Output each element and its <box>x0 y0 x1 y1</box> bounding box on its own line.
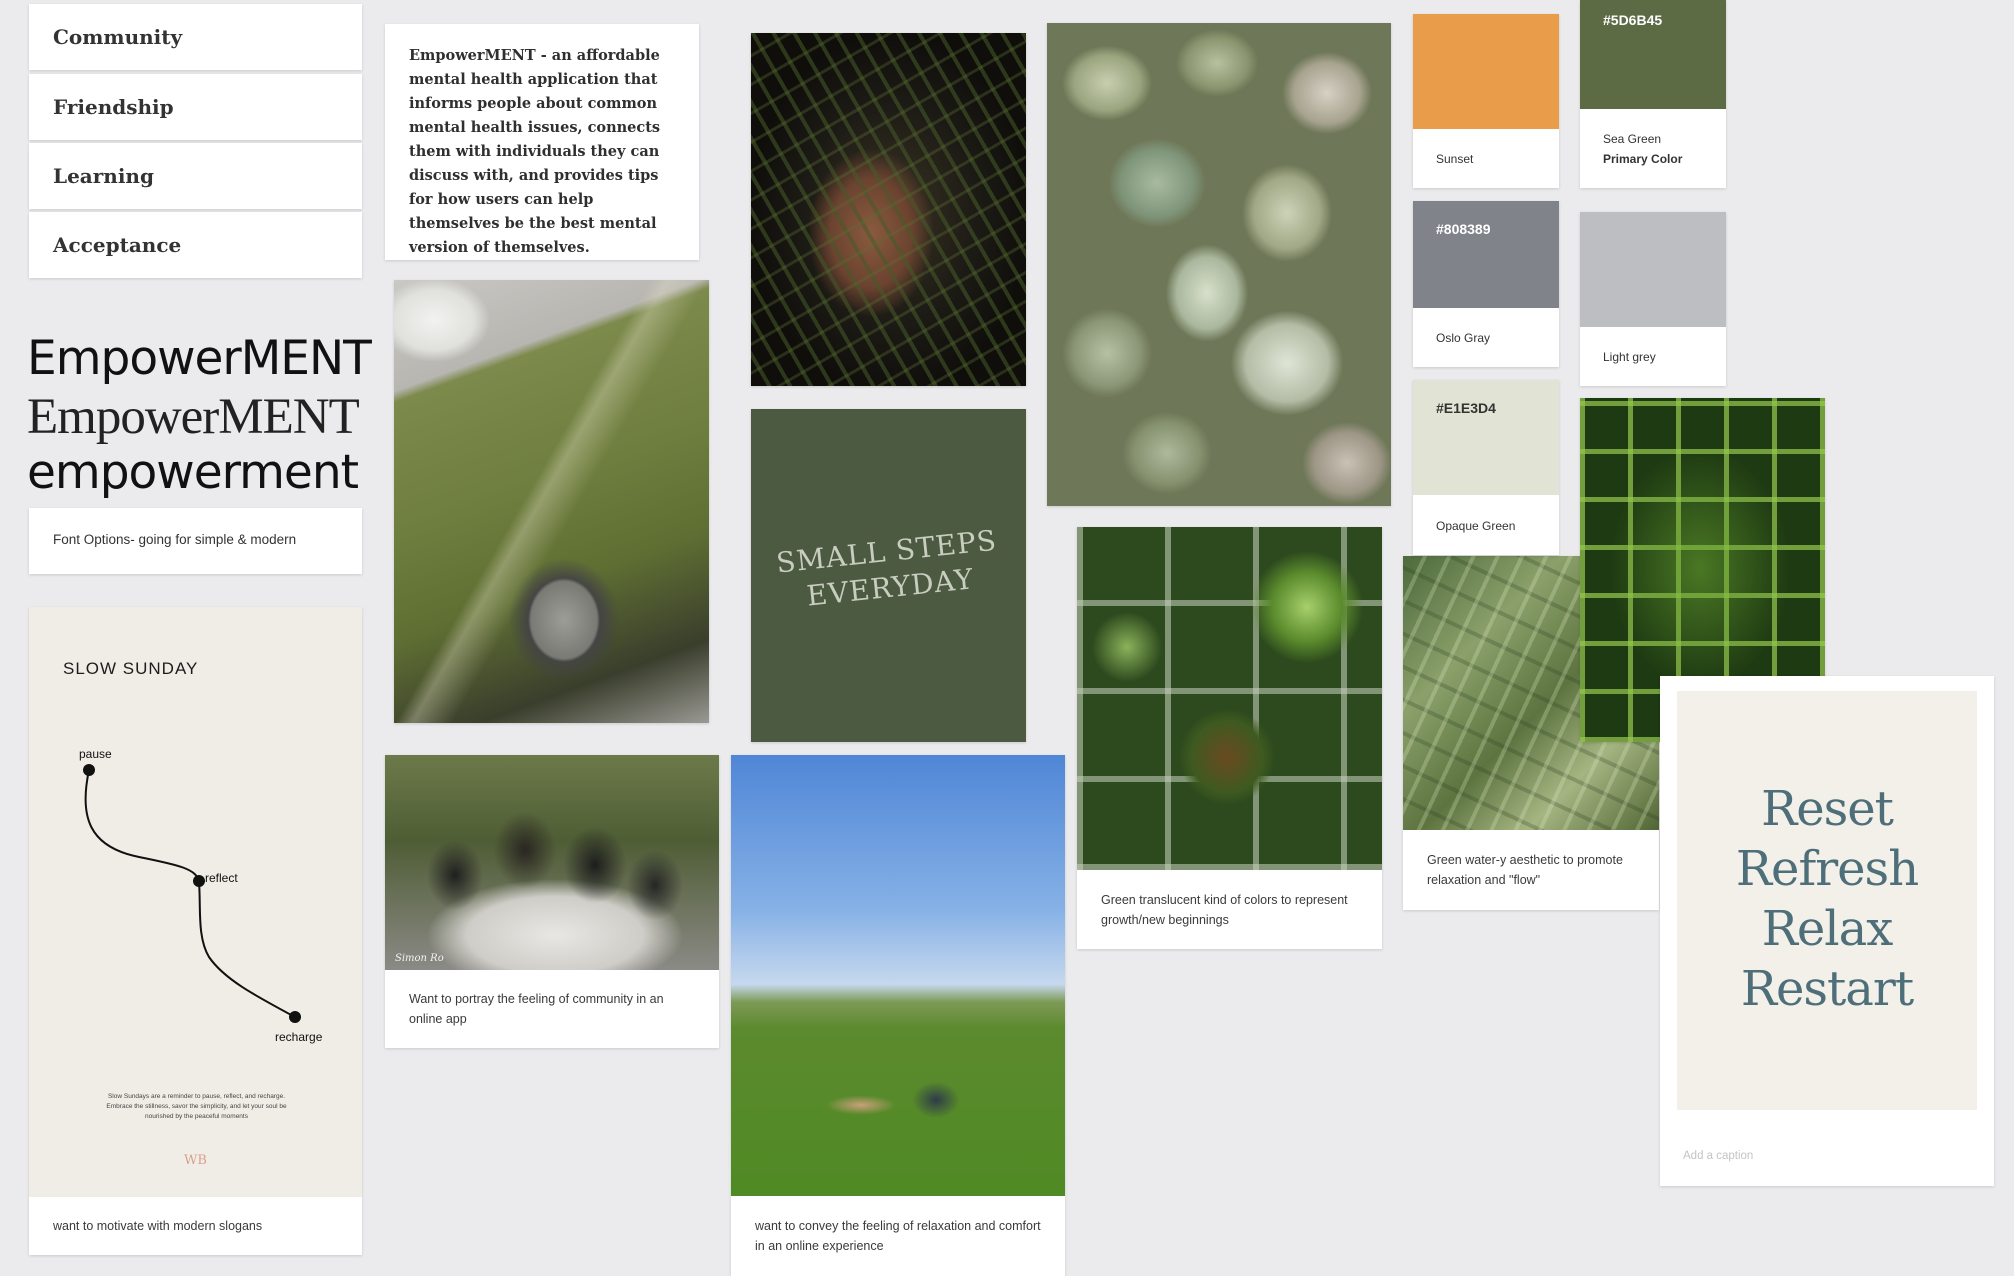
poster-logo: WB <box>184 1153 207 1168</box>
swatch-oslo-gray-hex: #808389 <box>1436 221 1491 237</box>
water-caption: Green water-y aesthetic to promote relax… <box>1427 853 1623 887</box>
swatch-light-grey-name: Light grey <box>1603 350 1656 364</box>
swatch-light-grey[interactable]: Light grey <box>1580 212 1726 386</box>
poster-caption-bar: want to motivate with modern slogans <box>29 1197 362 1255</box>
photo-watermark: Simon Ro <box>395 953 444 964</box>
value-label: Community <box>53 25 183 49</box>
font-options-caption-card[interactable]: Font Options- going for simple & modern <box>29 508 362 574</box>
slogan-text: SMALL STEPS EVERYDAY <box>751 520 1026 620</box>
font-options-caption: Font Options- going for simple & modern <box>53 532 297 547</box>
relaxation-caption-bar: want to convey the feeling of relaxation… <box>731 1196 1065 1276</box>
affirmation-line-4: Restart <box>1740 961 1914 1017</box>
community-caption-bar: Want to portray the feeling of community… <box>385 970 719 1048</box>
swatch-opaque-green[interactable]: #E1E3D4 Opaque Green <box>1413 380 1559 555</box>
relaxation-caption: want to convey the feeling of relaxation… <box>755 1219 1041 1253</box>
field-photo <box>731 755 1065 1196</box>
green-car-photo[interactable] <box>394 280 709 723</box>
swatch-sunset-chip <box>1413 14 1559 129</box>
value-label: Learning <box>53 164 154 188</box>
value-card-community[interactable]: Community <box>29 4 362 70</box>
poster-step-reflect: reflect <box>205 871 238 885</box>
poster-step-recharge: recharge <box>275 1030 323 1044</box>
poster-step-pause: pause <box>79 747 112 761</box>
poster-caption: want to motivate with modern slogans <box>53 1219 263 1233</box>
affirmation-card[interactable]: Reset Refresh Relax Restart Add a captio… <box>1660 676 1994 1186</box>
value-label: Friendship <box>53 95 174 119</box>
relaxation-card[interactable]: want to convey the feeling of relaxation… <box>731 755 1065 1276</box>
affirmation-line-1: Reset <box>1761 781 1894 837</box>
small-steps-card[interactable]: SMALL STEPS EVERYDAY <box>751 409 1026 742</box>
font-sample-serif: EmpowerMENT <box>27 389 360 445</box>
swatch-oslo-gray-name: Oslo Gray <box>1436 331 1491 345</box>
affirmation-poster: Reset Refresh Relax Restart <box>1677 691 1977 1110</box>
swatch-sunset[interactable]: Sunset <box>1413 14 1559 188</box>
swatch-sunset-name: Sunset <box>1436 152 1474 166</box>
swatch-opaque-green-name: Opaque Green <box>1436 519 1516 533</box>
value-label: Acceptance <box>53 233 182 257</box>
affirmation-line-3: Relax <box>1761 901 1894 957</box>
swatch-sea-green-role: Primary Color <box>1603 152 1683 166</box>
swatch-sea-green-hex: #5D6B45 <box>1603 12 1663 28</box>
affirmation-text: Reset Refresh Relax Restart <box>1677 779 1977 1019</box>
font-sample-lowercase: empowerment <box>27 445 359 500</box>
swatch-oslo-gray-chip <box>1413 201 1559 308</box>
glass-blocks-caption-bar: Green translucent kind of colors to repr… <box>1077 870 1382 949</box>
swatch-sea-green[interactable]: #5D6B45 Sea Green Primary Color <box>1580 0 1726 188</box>
add-caption-input[interactable]: Add a caption <box>1683 1150 1753 1162</box>
swatch-opaque-green-chip <box>1413 380 1559 495</box>
community-card[interactable]: Simon Ro Want to portray the feeling of … <box>385 755 719 1048</box>
water-caption-bar: Green water-y aesthetic to promote relax… <box>1403 830 1659 910</box>
glass-blocks-card[interactable]: Green translucent kind of colors to repr… <box>1077 527 1382 949</box>
glass-blocks-caption: Green translucent kind of colors to repr… <box>1101 892 1348 927</box>
value-card-acceptance[interactable]: Acceptance <box>29 212 362 278</box>
fern-hand-photo[interactable] <box>751 33 1026 386</box>
affirmation-line-2: Refresh <box>1735 841 1919 897</box>
mission-card[interactable]: EmpowerMENT - an affordable mental healt… <box>385 24 699 260</box>
swatch-light-grey-chip <box>1580 212 1726 327</box>
glass-blocks-photo <box>1077 527 1382 870</box>
font-sample-sans: EmpowerMENT <box>27 331 372 386</box>
community-caption: Want to portray the feeling of community… <box>409 992 664 1026</box>
mission-text: EmpowerMENT - an affordable mental healt… <box>409 47 661 256</box>
value-card-friendship[interactable]: Friendship <box>29 74 362 140</box>
poster-body: Slow Sundays are a reminder to pause, re… <box>106 1093 287 1120</box>
font-samples: EmpowerMENT EmpowerMENT empowerment <box>27 330 372 500</box>
green-stones-photo[interactable] <box>1047 23 1391 506</box>
community-photo: Simon Ro <box>385 755 719 970</box>
swatch-oslo-gray[interactable]: #808389 Oslo Gray <box>1413 201 1559 367</box>
swatch-sea-green-name: Sea Green <box>1603 132 1662 146</box>
slow-sunday-card[interactable]: SLOW SUNDAY pause reflect recharge Slow … <box>29 607 362 1255</box>
value-card-learning[interactable]: Learning <box>29 143 362 209</box>
swatch-opaque-green-hex: #E1E3D4 <box>1436 400 1496 416</box>
